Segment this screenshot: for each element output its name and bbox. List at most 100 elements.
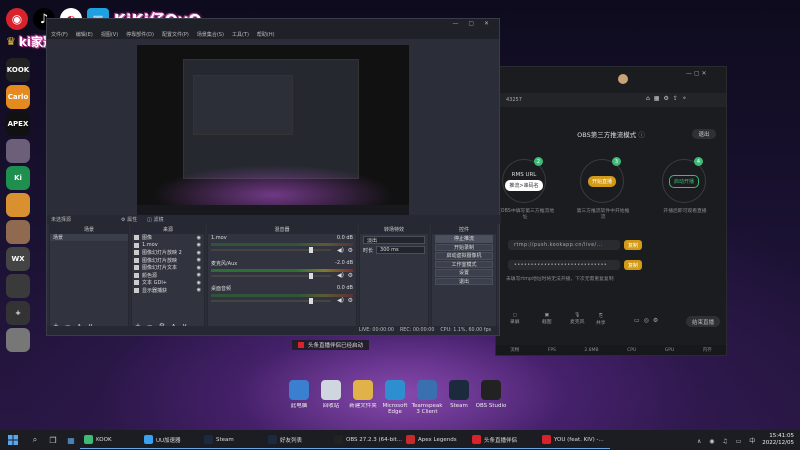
gear-icon[interactable]: ⚙ [348, 297, 353, 304]
desktop-shortcut[interactable]: Microsoft Edge [378, 380, 412, 420]
dock-app-icon[interactable] [6, 220, 30, 244]
clock[interactable]: 15:41:05 2022/12/05 [762, 433, 794, 447]
avatar[interactable] [618, 74, 628, 84]
taskbar-app-button[interactable]: 头条直播伴侣 [468, 431, 538, 449]
taskbar-app-button[interactable]: KOOK [80, 431, 140, 449]
visibility-icon[interactable]: ◉ [197, 287, 201, 293]
dock-app-icon[interactable]: KOOK [6, 58, 30, 82]
tool-share[interactable]: ⎘ 共享 [596, 313, 606, 326]
notification-toast[interactable]: 头条直播伴侣已经启动 [292, 340, 370, 350]
desktop-shortcut[interactable]: 新建文件夹 [346, 380, 380, 420]
desktop-shortcut[interactable]: Steam [442, 380, 476, 420]
control-button[interactable]: 停止推流 [435, 235, 493, 243]
kook-tool-icons[interactable]: ⌂▦⚙⇪⚬ [646, 95, 691, 102]
source-item[interactable]: 图像幻灯片文本 ◉ [132, 264, 204, 272]
obs-preview[interactable] [137, 45, 409, 215]
control-button[interactable]: 工作室模式 [435, 260, 493, 268]
search-icon[interactable]: ⌕ [28, 433, 42, 447]
taskbar-app-button[interactable]: Steam [200, 431, 264, 449]
obs-menu-item[interactable]: 帮助(H) [257, 31, 275, 38]
duration-input[interactable]: 300 ms [376, 246, 425, 254]
source-item[interactable]: 1.mov ◉ [132, 242, 204, 250]
taskbar-app-button[interactable]: Apex Legends [402, 431, 468, 449]
source-type-icon [134, 250, 139, 256]
taskbar-app-label: Apex Legends [418, 436, 457, 443]
desktop-shortcut[interactable]: OBS Studio [474, 380, 508, 420]
kook-end-live-button[interactable]: 结束直播 [686, 316, 720, 327]
source-item[interactable]: 显示器捕获 ◉ [132, 287, 204, 295]
taskbar-app-button[interactable]: 好友列表 [264, 431, 330, 449]
visibility-icon[interactable]: ◉ [197, 272, 201, 278]
dock-app-icon[interactable]: + [6, 301, 30, 325]
taskbar-pin-icon[interactable]: ▦ [64, 433, 78, 447]
obs-menu-item[interactable]: 文件(F) [51, 31, 68, 38]
kook-key-field[interactable]: •••••••••••••••••••••••••••• [508, 260, 620, 270]
volume-slider[interactable] [211, 273, 331, 279]
tool-screenshot[interactable]: ▣ 截图 [542, 313, 552, 325]
dock-app-icon[interactable] [6, 139, 30, 163]
obs-window-controls[interactable]: — ▢ ✕ [452, 20, 493, 27]
dock-app-icon[interactable]: Carlo [6, 85, 30, 109]
source-label: 图像幻灯片文本 [142, 265, 178, 272]
control-button[interactable]: 开始录制 [435, 243, 493, 251]
dock-app-icon[interactable] [6, 193, 30, 217]
source-item[interactable]: 图像幻灯片放映 ◉ [132, 257, 204, 265]
control-button[interactable]: 设置 [435, 269, 493, 277]
dock-app-icon[interactable]: Ki [6, 166, 30, 190]
obs-menu-item[interactable]: 停靠部件(D) [126, 31, 154, 38]
taskbar-app-icon [204, 435, 213, 444]
source-item[interactable]: 图像幻灯片放映 2 ◉ [132, 249, 204, 257]
scene-item[interactable]: 场景 [50, 234, 128, 241]
filters-button[interactable]: ◫ 滤镜 [147, 216, 163, 223]
help-icon[interactable]: ⓘ [638, 131, 645, 139]
visibility-icon[interactable]: ◉ [197, 257, 201, 263]
obs-menu-item[interactable]: 工具(T) [232, 31, 249, 38]
visibility-icon[interactable]: ◉ [197, 242, 201, 248]
tray-icons[interactable]: ∧ ◉ ♫ ▭ 中 [697, 436, 758, 445]
control-button[interactable]: 退出 [435, 277, 493, 285]
obs-menu-item[interactable]: 场景集合(S) [197, 31, 224, 38]
desktop-shortcut-icon [321, 380, 341, 400]
visibility-icon[interactable]: ◉ [197, 265, 201, 271]
speaker-icon[interactable]: ◀) [337, 297, 344, 304]
desktop-shortcut[interactable]: Teamspeak 3 Client [410, 380, 444, 420]
control-button[interactable]: 启动虚拟摄像机 [435, 252, 493, 260]
task-view-icon[interactable]: ❐ [46, 433, 60, 447]
desktop-shortcut[interactable]: 此电脑 [282, 380, 316, 420]
source-item[interactable]: 文本 GDI+ ◉ [132, 279, 204, 287]
gear-icon[interactable]: ⚙ [348, 247, 353, 254]
dock-app-icon[interactable]: APEX [6, 112, 30, 136]
dock-app-icon[interactable] [6, 328, 30, 352]
speaker-icon[interactable]: ◀) [337, 272, 344, 279]
kook-exit-button[interactable]: 退出 [692, 129, 716, 139]
kook-window-controls[interactable]: — ▢ ✕ [686, 70, 707, 77]
tool-mic[interactable]: 🎙 麦克风 [570, 313, 584, 325]
kook-url-field[interactable]: rtmp://push.kookapp.cn/live/... [508, 240, 620, 250]
taskbar-app-button[interactable]: OBS 27.2.3 (64-bit... [330, 431, 402, 449]
properties-button[interactable]: ⚙ 属性 [121, 216, 137, 223]
tool-record[interactable]: ▢ 录屏 [510, 313, 520, 325]
start-button[interactable] [0, 430, 26, 450]
speaker-icon[interactable]: ◀) [337, 247, 344, 254]
kook-copy-url-button[interactable]: 复制 [624, 240, 642, 250]
kook-settings-icons[interactable]: ▭◎⚙ [634, 317, 662, 324]
taskbar-app-button[interactable]: YOU (feat. KIV) -... [538, 431, 610, 449]
taskbar-app-label: 头条直播伴侣 [484, 437, 518, 444]
desktop-shortcut[interactable]: 回收站 [314, 380, 348, 420]
source-item[interactable]: 图像 ◉ [132, 234, 204, 242]
transition-select[interactable]: 淡出 [363, 236, 425, 244]
taskbar-app-button[interactable]: UU加速器 [140, 431, 200, 449]
obs-menu-item[interactable]: 配置文件(P) [162, 31, 189, 38]
kook-copy-key-button[interactable]: 复制 [624, 260, 642, 270]
dock-app-icon[interactable] [6, 274, 30, 298]
obs-menu-item[interactable]: 视图(V) [101, 31, 118, 38]
volume-slider[interactable] [211, 298, 331, 304]
dock-app-icon[interactable]: WX [6, 247, 30, 271]
visibility-icon[interactable]: ◉ [197, 280, 201, 286]
source-item[interactable]: 颜色源 ◉ [132, 272, 204, 280]
gear-icon[interactable]: ⚙ [348, 272, 353, 279]
obs-menu-item[interactable]: 编辑(E) [76, 31, 93, 38]
visibility-icon[interactable]: ◉ [197, 235, 201, 241]
volume-slider[interactable] [211, 247, 331, 253]
visibility-icon[interactable]: ◉ [197, 250, 201, 256]
